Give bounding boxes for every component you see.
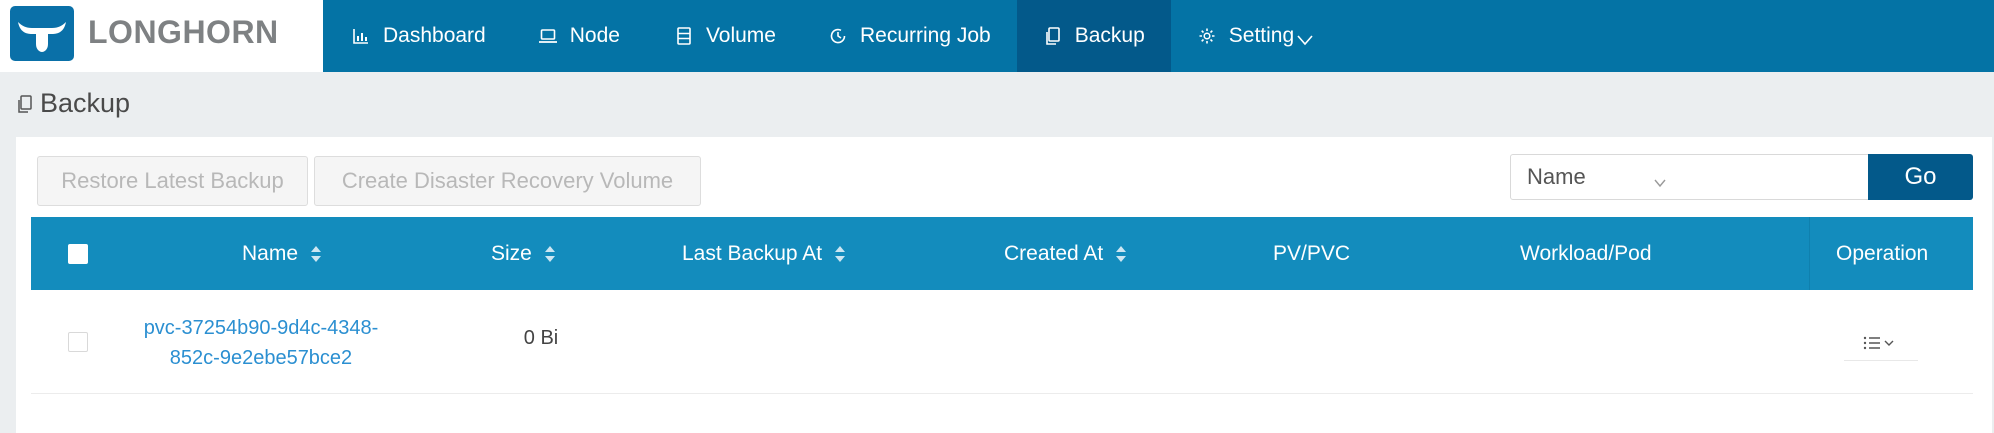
select-all-checkbox[interactable] [68,244,88,264]
volume-name-link[interactable]: pvc-37254b90-9d4c-4348- 852c-9e2ebe57bce… [141,313,381,373]
nav-item-volume[interactable]: Volume [648,0,804,72]
clock-icon [828,26,848,46]
longhorn-logo-icon [10,6,74,61]
sort-icon [544,243,556,265]
sort-icon [834,243,846,265]
brand[interactable]: LONGHORN [0,0,323,72]
nav-item-label: Setting [1228,24,1295,47]
database-icon [674,26,694,46]
main-nav: Dashboard Node Volume Recurring Job Back… [323,0,1338,72]
gear-icon [1197,26,1217,46]
laptop-icon [538,26,558,46]
nav-item-setting[interactable]: Setting [1171,0,1338,72]
restore-latest-backup-button[interactable]: Restore Latest Backup [37,156,308,206]
table-header: Name Size Last Backup At Created At PV/P… [31,217,1973,290]
go-button[interactable]: Go [1868,154,1973,200]
brand-name: LONGHORN [88,14,279,50]
search-field-value: Name [1527,164,1586,189]
table-row: pvc-37254b90-9d4c-4348- 852c-9e2ebe57bce… [31,290,1973,394]
row-checkbox[interactable] [68,332,88,352]
list-icon [1863,336,1894,349]
column-header-name[interactable]: Name [242,217,322,290]
page-title: Backup [16,88,130,119]
copy-icon [16,94,34,114]
bar-chart-icon [351,26,371,46]
column-header-last-backup-at[interactable]: Last Backup At [682,217,846,290]
top-header: LONGHORN Dashboard Node Volume Recurring… [0,0,1994,72]
nav-item-label: Backup [1074,24,1145,47]
nav-item-dashboard[interactable]: Dashboard [323,0,514,72]
sort-icon [1115,243,1127,265]
column-header-pv-pvc: PV/PVC [1273,241,1351,265]
column-header-operation: Operation [1836,241,1929,265]
nav-item-label: Volume [705,24,776,47]
search-field-select[interactable]: Name [1510,154,1682,200]
operation-menu-button[interactable] [1844,325,1918,361]
column-header-created-at[interactable]: Created At [1004,217,1127,290]
nav-item-label: Recurring Job [859,24,991,47]
nav-item-label: Dashboard [383,24,486,47]
chevron-down-icon [1296,29,1314,46]
nav-item-label: Node [569,24,620,47]
column-header-workload-pod: Workload/Pod [1520,241,1652,265]
page-title-text: Backup [40,88,131,118]
column-divider [1809,217,1810,290]
create-dr-volume-button[interactable]: Create Disaster Recovery Volume [314,156,701,206]
search-input[interactable] [1681,154,1869,200]
nav-item-recurring-job[interactable]: Recurring Job [804,0,1017,72]
column-header-size[interactable]: Size [491,217,556,290]
sort-icon [310,243,322,265]
nav-item-node[interactable]: Node [514,0,648,72]
copy-icon [1043,26,1063,46]
chevron-down-icon [1653,170,1667,188]
volume-size: 0 Bi [523,327,559,349]
nav-item-backup[interactable]: Backup [1016,0,1171,72]
